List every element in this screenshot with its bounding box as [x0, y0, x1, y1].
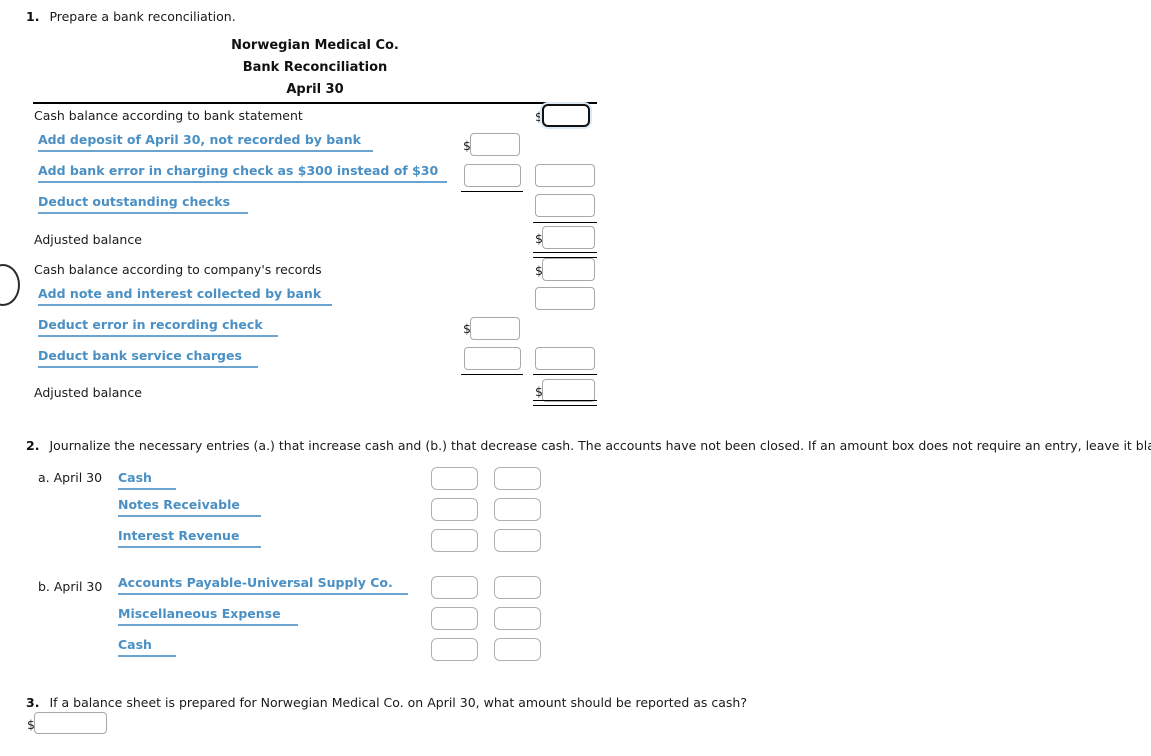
input-journal-b-row3-debit[interactable] — [431, 638, 478, 661]
statement-date: April 30 — [286, 82, 344, 97]
bank-col2-subtotal-rule — [533, 222, 597, 223]
input-company-adjustment-2-col1[interactable] — [470, 317, 520, 340]
journal-a-account-3[interactable]: Interest Revenue — [118, 528, 261, 548]
bank-adjustment-label-3[interactable]: Deduct outstanding checks — [38, 194, 248, 214]
company-adjusted-double-rule — [533, 400, 597, 406]
question-2-text: Journalize the necessary entries (a.) th… — [49, 438, 1151, 453]
input-company-opening[interactable] — [542, 258, 595, 281]
input-company-adjustment-3-col1[interactable] — [464, 347, 521, 370]
input-bank-opening[interactable] — [542, 104, 590, 127]
input-journal-b-row2-credit[interactable] — [494, 607, 541, 630]
input-journal-a-row3-debit[interactable] — [431, 529, 478, 552]
company-adjustment-label-3[interactable]: Deduct bank service charges — [38, 348, 258, 368]
input-bank-adjustment-2-col1[interactable] — [464, 164, 521, 187]
question-1-number: 1. — [26, 9, 40, 24]
bank-adjustment-label-1[interactable]: Add deposit of April 30, not recorded by… — [38, 132, 373, 152]
question-1: 1. Prepare a bank reconciliation. — [26, 9, 236, 25]
company-col1-subtotal-rule — [461, 374, 523, 375]
statement-top-rule — [33, 102, 597, 104]
input-journal-b-row1-credit[interactable] — [494, 576, 541, 599]
input-bank-adjustment-1[interactable] — [470, 133, 520, 156]
company-adjustment-label-1[interactable]: Add note and interest collected by bank — [38, 286, 332, 306]
company-opening-label: Cash balance according to company's reco… — [34, 262, 322, 277]
question-3: 3. If a balance sheet is prepared for No… — [26, 695, 747, 711]
company-adjustment-label-2[interactable]: Deduct error in recording check — [38, 317, 278, 337]
journal-a-account-1[interactable]: Cash — [118, 470, 176, 490]
input-journal-a-row1-credit[interactable] — [494, 467, 541, 490]
input-journal-a-row2-credit[interactable] — [494, 498, 541, 521]
journal-b-account-2[interactable]: Miscellaneous Expense — [118, 606, 298, 626]
input-journal-b-row2-debit[interactable] — [431, 607, 478, 630]
journal-entry-b-date: b. April 30 — [38, 579, 103, 594]
question-1-text: Prepare a bank reconciliation. — [49, 9, 236, 24]
input-q3-answer[interactable] — [34, 712, 107, 734]
question-3-number: 3. — [26, 695, 40, 710]
statement-company-name: Norwegian Medical Co. — [231, 38, 399, 53]
company-col2-subtotal-rule — [533, 374, 597, 375]
input-company-adjustment-3-col2[interactable] — [535, 347, 595, 370]
input-bank-adjusted-balance[interactable] — [542, 226, 595, 249]
input-journal-b-row1-debit[interactable] — [431, 576, 478, 599]
question-2-number: 2. — [26, 438, 40, 453]
input-bank-adjustment-2-col2[interactable] — [535, 164, 595, 187]
cursor-artifact — [0, 264, 20, 306]
bank-adjustment-label-2[interactable]: Add bank error in charging check as $300… — [38, 163, 447, 183]
bank-adjusted-label: Adjusted balance — [34, 232, 142, 247]
question-3-text: If a balance sheet is prepared for Norwe… — [49, 695, 747, 710]
journal-b-account-3[interactable]: Cash — [118, 637, 176, 657]
input-journal-a-row1-debit[interactable] — [431, 467, 478, 490]
question-2: 2. Journalize the necessary entries (a.)… — [26, 438, 1151, 454]
journal-b-account-1[interactable]: Accounts Payable-Universal Supply Co. — [118, 575, 408, 595]
input-journal-a-row3-credit[interactable] — [494, 529, 541, 552]
input-company-adjusted-balance[interactable] — [542, 379, 595, 402]
input-journal-a-row2-debit[interactable] — [431, 498, 478, 521]
input-company-adjustment-1[interactable] — [535, 287, 595, 310]
company-adjusted-label: Adjusted balance — [34, 385, 142, 400]
statement-title: Bank Reconciliation — [242, 60, 388, 75]
bank-col1-subtotal-rule — [461, 191, 523, 192]
bank-opening-label: Cash balance according to bank statement — [34, 108, 303, 123]
input-bank-adjustment-3[interactable] — [535, 194, 595, 217]
journal-a-account-2[interactable]: Notes Receivable — [118, 497, 261, 517]
input-journal-b-row3-credit[interactable] — [494, 638, 541, 661]
journal-entry-a-date: a. April 30 — [38, 470, 103, 485]
